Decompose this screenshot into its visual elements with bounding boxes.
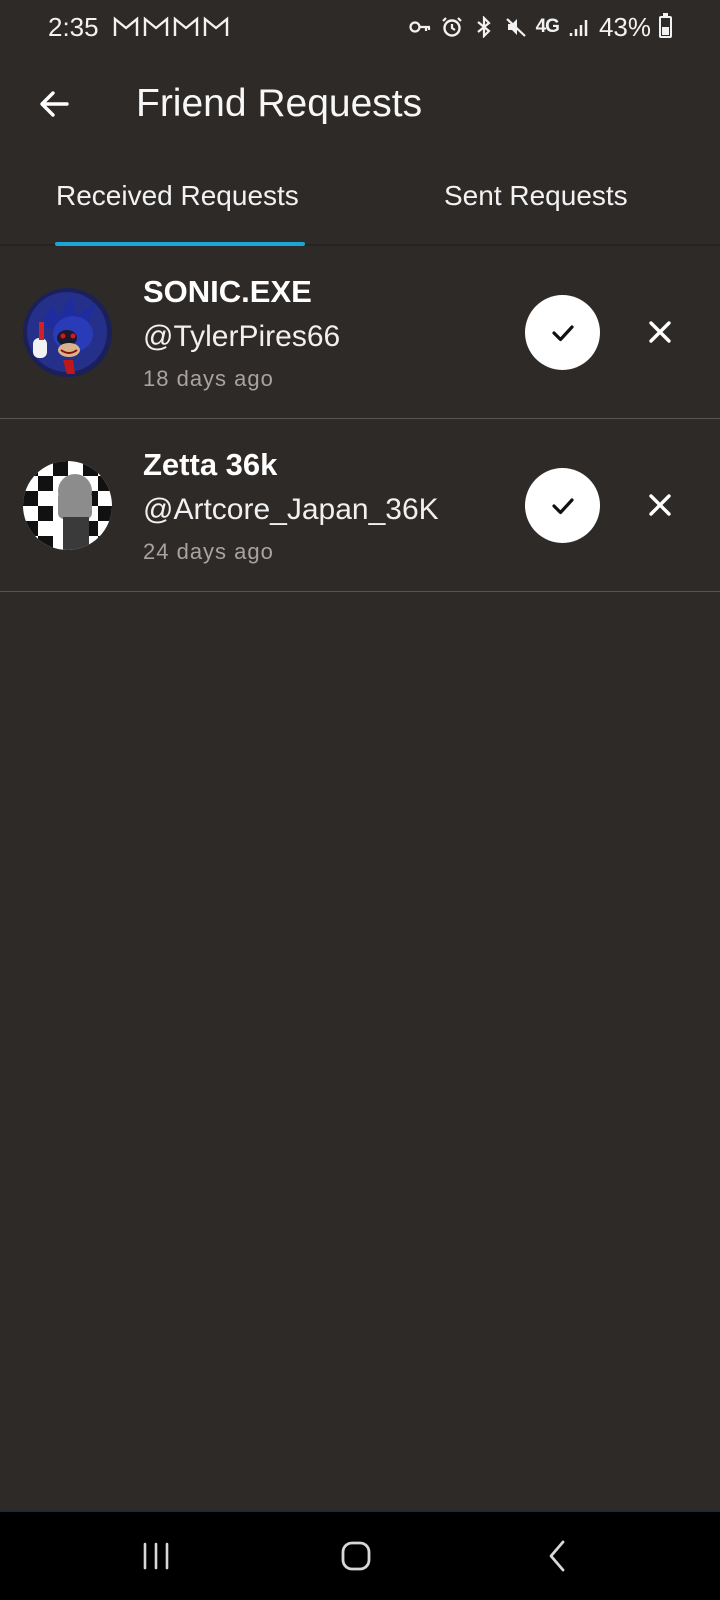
status-right: 4G 43% [408,12,672,43]
battery-fill [662,27,669,35]
app-bar: Friend Requests [0,66,720,146]
gmail-icon [173,16,198,36]
signal-icon [569,20,588,36]
check-icon [551,497,574,514]
request-time: 24 days ago [143,539,274,564]
tab-sent-requests[interactable]: Sent Requests [444,180,628,212]
request-list: SONIC.EXE @TylerPires66 18 days ago Zett… [0,246,720,592]
decline-request-button[interactable] [640,485,680,525]
recents-button[interactable] [126,1534,186,1578]
friend-requests-screen: 2:35 4G 43% Friend Requests Received Req… [0,0,720,1600]
decline-request-button[interactable] [640,312,680,352]
sonic-avatar-image [23,288,112,377]
recents-icon [143,1542,169,1570]
tab-received-requests[interactable]: Received Requests [56,180,299,212]
page-title: Friend Requests [136,82,423,125]
requester-name: SONIC.EXE [143,274,312,309]
status-left: 2:35 [48,12,229,43]
gmail-icon [113,16,138,36]
alarm-icon [441,17,462,37]
battery-percent: 43% [598,11,651,42]
bluetooth-icon [476,16,491,38]
back-button[interactable] [28,78,80,130]
close-icon [649,321,671,343]
gmail-icon [203,16,228,36]
requester-handle[interactable]: @TylerPires66 [143,320,340,354]
close-icon [649,494,671,516]
check-icon [551,324,574,341]
home-button[interactable] [326,1534,386,1578]
avatar[interactable] [23,461,112,550]
status-time: 2:35 [48,11,99,42]
system-nav-bar [0,1510,720,1600]
network-type: 4G [535,16,560,37]
requester-name: Zetta 36k [143,447,278,482]
chevron-left-icon [549,1540,565,1572]
nav-back-button[interactable] [528,1534,588,1578]
request-time: 18 days ago [143,366,274,391]
gmail-icon [143,16,168,36]
request-row[interactable]: SONIC.EXE @TylerPires66 18 days ago [0,246,720,419]
requester-handle[interactable]: @Artcore_Japan_36K [143,493,439,527]
battery-icon [659,13,672,38]
notification-icons [113,16,229,38]
vpn-key-icon [408,21,430,33]
status-bar: 2:35 4G 43% [0,0,720,54]
accept-request-button[interactable] [525,295,600,370]
zetta-avatar-image [23,461,112,550]
avatar[interactable] [23,288,112,377]
home-icon [341,1541,371,1571]
mute-icon [505,18,526,37]
arrow-left-icon [40,91,69,117]
request-tabs: Received Requests Sent Requests [0,160,720,246]
request-row[interactable]: Zetta 36k @Artcore_Japan_36K 24 days ago [0,419,720,592]
accept-request-button[interactable] [525,468,600,543]
